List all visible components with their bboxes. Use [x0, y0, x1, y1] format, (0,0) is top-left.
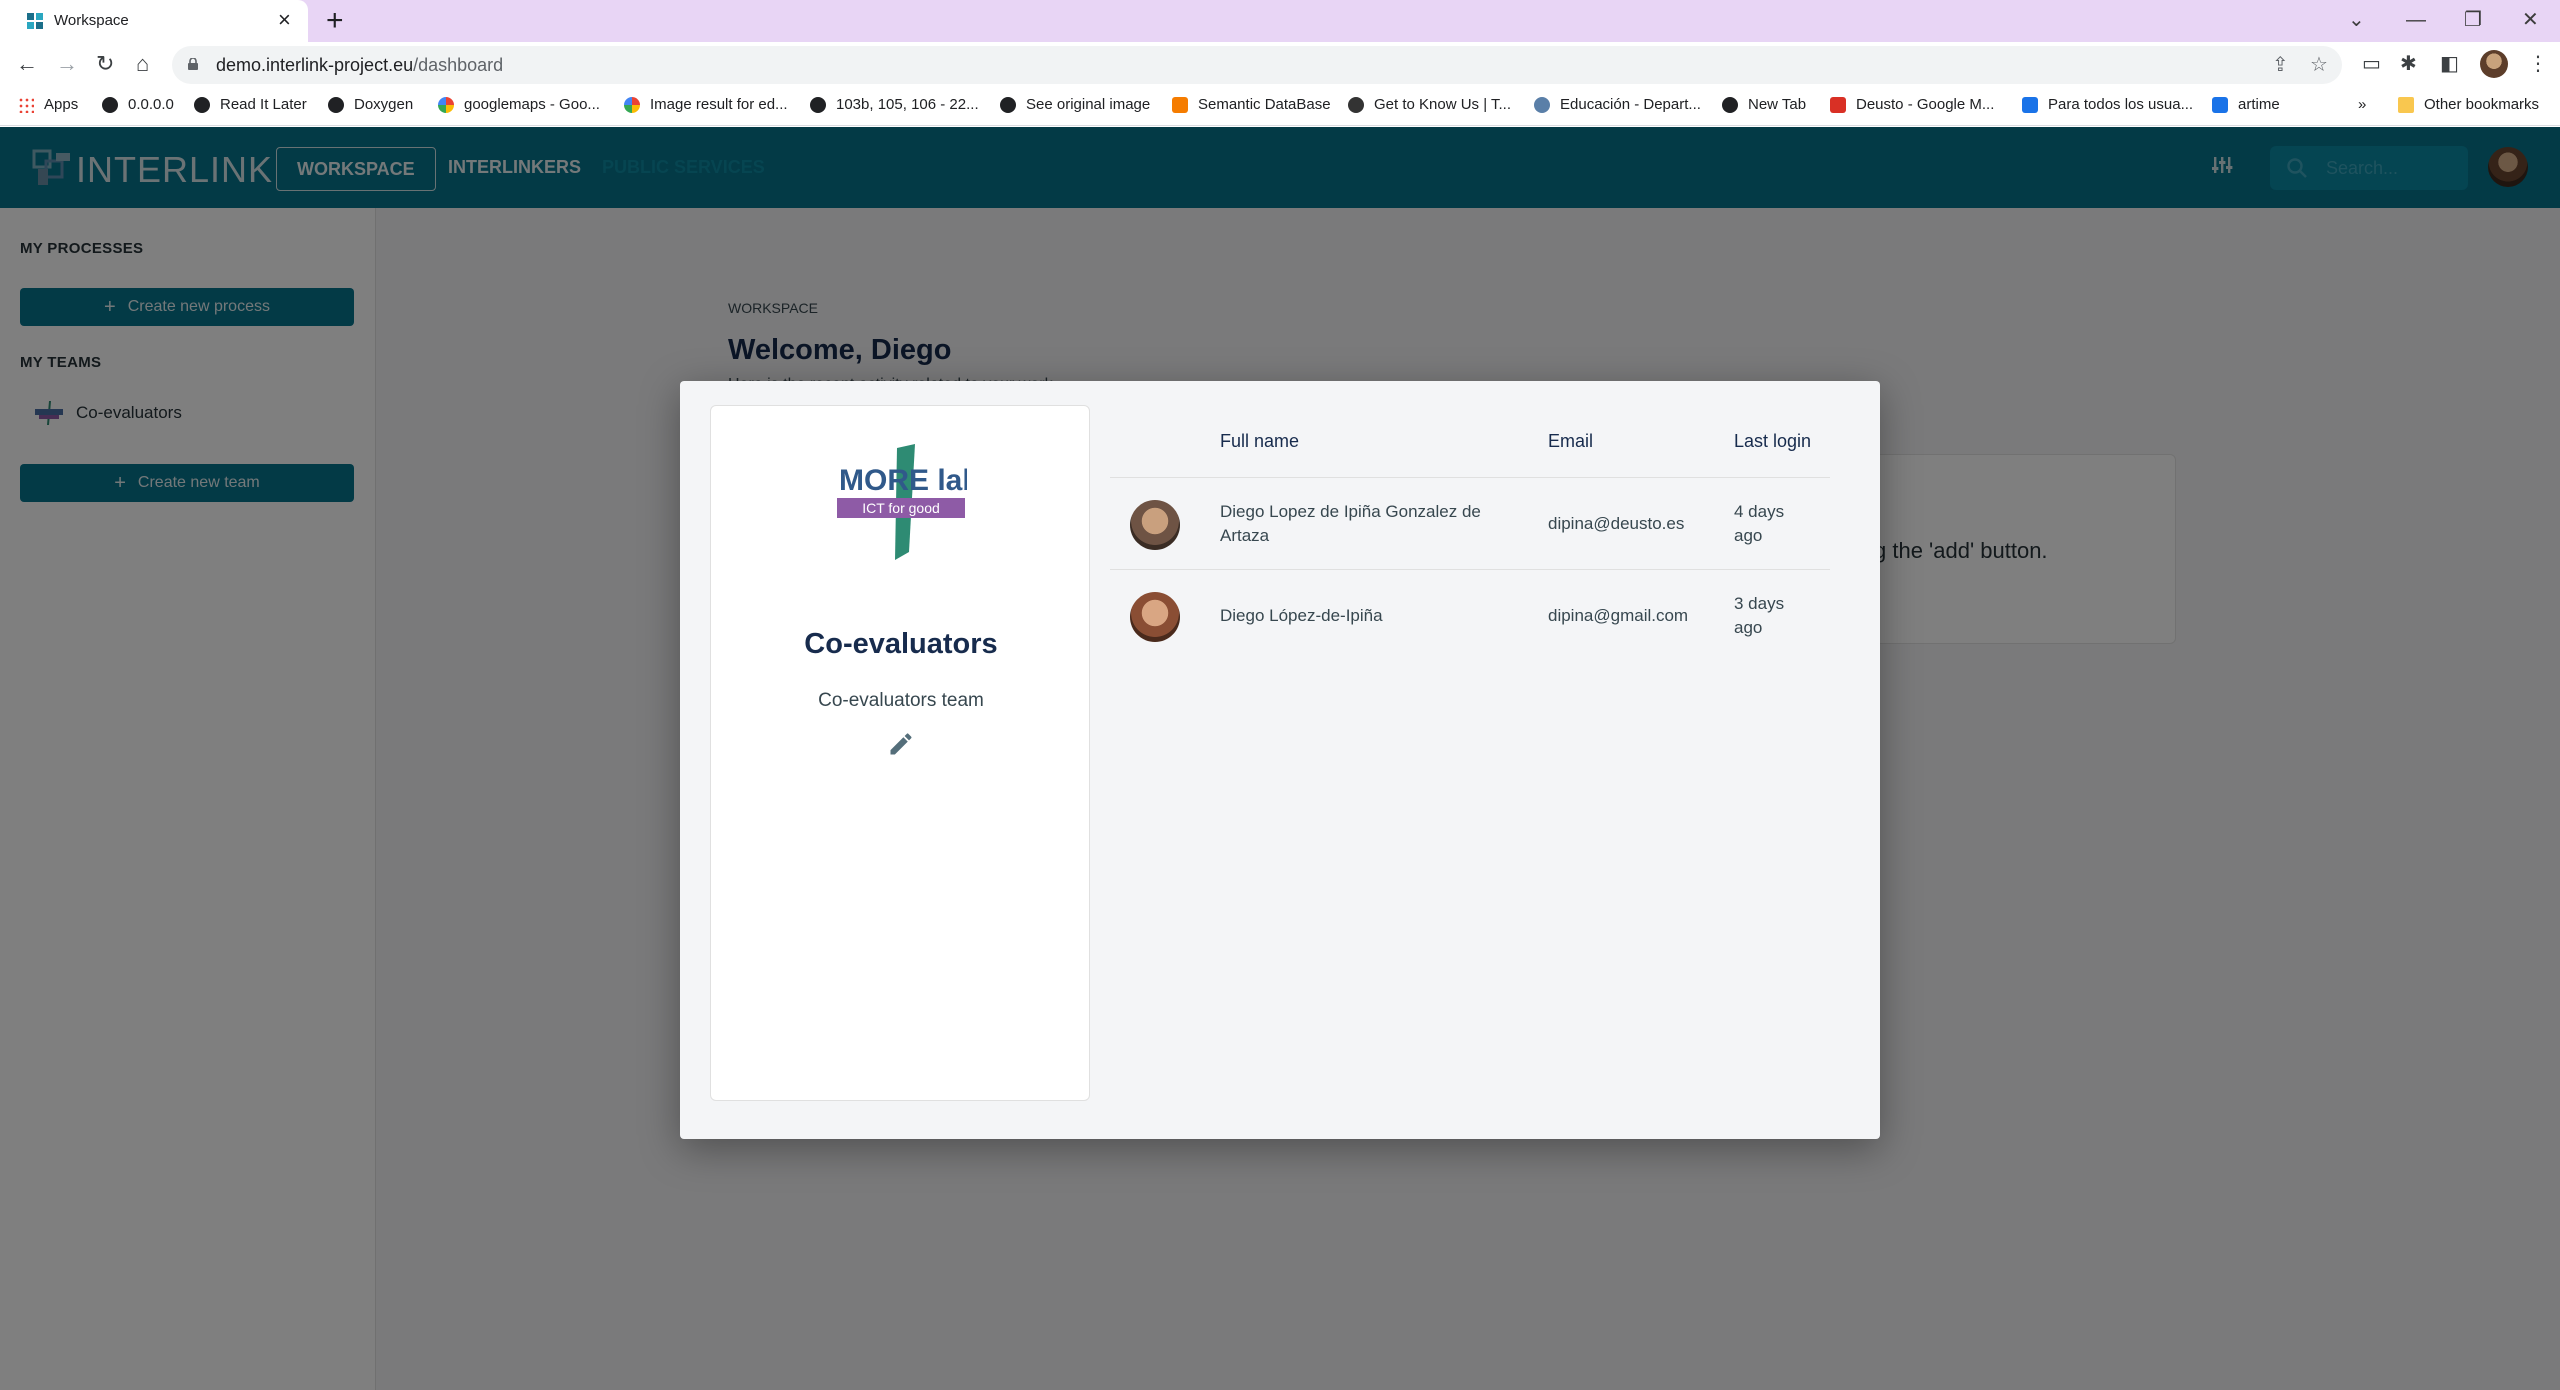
column-header-full-name: Full name	[1220, 431, 1300, 451]
blogger-icon	[1172, 96, 1188, 113]
team-description: Co-evaluators team	[818, 690, 984, 711]
extensions-icon[interactable]: ✱	[2400, 52, 2417, 76]
other-bookmarks[interactable]: Other bookmarks	[2398, 96, 2539, 113]
bookmarks-overflow-button[interactable]: »	[2358, 96, 2366, 113]
forward-icon[interactable]: →	[56, 50, 78, 78]
team-card: MORE lab ICT for good Co-evaluators Co-e…	[710, 405, 1090, 1101]
globe-icon	[102, 96, 118, 113]
bookmark-item[interactable]: Semantic DataBase	[1172, 96, 1331, 113]
new-tab-button[interactable]: +	[326, 4, 344, 38]
team-dialog: MORE lab ICT for good Co-evaluators Co-e…	[680, 381, 1880, 1139]
tab-search-icon[interactable]: ⌄	[2348, 6, 2365, 34]
member-full-name: Diego López-de-Ipiña	[1220, 606, 1383, 625]
close-window-button[interactable]: ✕	[2522, 6, 2539, 34]
bookmark-item[interactable]: Doxygen	[328, 96, 413, 113]
address-bar[interactable]: demo.interlink-project.eu/dashboard ⇪ ☆	[172, 46, 2342, 84]
google-icon	[438, 96, 454, 113]
bookmark-item[interactable]: Get to Know Us | T...	[1348, 96, 1511, 113]
side-panel-icon[interactable]: ◧	[2440, 52, 2459, 76]
bookmark-star-icon[interactable]: ☆	[2310, 52, 2328, 77]
apps-grid-icon	[18, 96, 34, 113]
bookmark-item[interactable]: Deusto - Google M...	[1830, 96, 1994, 113]
lock-icon	[188, 58, 198, 70]
table-row[interactable]: Diego Lopez de Ipiña Gonzalez de Artaza d…	[1110, 478, 1830, 570]
globe-icon	[810, 96, 826, 113]
browser-menu-icon[interactable]: ⋮	[2528, 52, 2548, 76]
url-text: demo.interlink-project.eu/dashboard	[216, 55, 504, 75]
bookmark-item[interactable]: artime	[2212, 96, 2280, 113]
reading-mode-icon[interactable]: ▭	[2362, 52, 2381, 76]
globe-icon	[328, 96, 344, 113]
browser-tab[interactable]: Workspace ×	[0, 0, 308, 42]
home-icon[interactable]: ⌂	[136, 50, 149, 78]
member-last-login: 3 days ago	[1734, 594, 1785, 637]
logo-main-text: MORE lab	[839, 464, 967, 497]
globe-icon	[1000, 96, 1016, 113]
minimize-button[interactable]: —	[2406, 6, 2426, 34]
member-avatar	[1130, 592, 1180, 642]
bookmark-apps[interactable]: Apps	[18, 96, 78, 113]
bookmark-item[interactable]: 103b, 105, 106 - 22...	[810, 96, 979, 113]
google-icon	[624, 96, 640, 113]
bookmark-item[interactable]: Educación - Depart...	[1534, 96, 1701, 113]
folder-icon	[2398, 96, 2414, 113]
interlink-favicon-icon	[27, 13, 43, 29]
team-logo: MORE lab ICT for good	[837, 444, 967, 560]
browser-profile-avatar[interactable]	[2480, 50, 2508, 78]
document-icon	[2022, 96, 2038, 113]
browser-tabstrip: Workspace × + ⌄ — ❐ ✕	[0, 0, 2560, 42]
bookmark-item[interactable]: Image result for ed...	[624, 96, 788, 113]
globe-icon	[1722, 96, 1738, 113]
bookmark-item[interactable]: Para todos los usua...	[2022, 96, 2193, 113]
reload-icon[interactable]: ↻	[96, 50, 114, 78]
column-header-email: Email	[1548, 431, 1594, 451]
restore-button[interactable]: ❐	[2464, 6, 2482, 34]
team-name: Co-evaluators	[804, 628, 998, 660]
back-icon[interactable]: ←	[16, 50, 38, 78]
bookmark-item[interactable]: googlemaps - Goo...	[438, 96, 600, 113]
table-row[interactable]: Diego López-de-Ipiña dipina@gmail.com 3 …	[1110, 570, 1830, 662]
browser-toolbar: ← → ↻ ⌂ demo.interlink-project.eu/dashbo…	[0, 42, 2560, 88]
education-icon	[1534, 96, 1550, 113]
member-email: dipina@gmail.com	[1548, 606, 1689, 625]
bookmark-item[interactable]: 0.0.0.0	[102, 96, 174, 113]
logo-sub-text: ICT for good	[862, 500, 940, 516]
globe-icon	[194, 96, 210, 113]
bookmark-item[interactable]: Read It Later	[194, 96, 307, 113]
member-full-name: Diego Lopez de Ipiña Gonzalez de Artaza	[1220, 502, 1481, 545]
document-icon	[2212, 96, 2228, 113]
column-header-last-login: Last login	[1734, 431, 1812, 451]
bookmark-item[interactable]: See original image	[1000, 96, 1150, 113]
share-icon[interactable]: ⇪	[2272, 52, 2289, 77]
bookmark-item[interactable]: New Tab	[1722, 96, 1806, 113]
bookmarks-bar: Apps 0.0.0.0 Read It Later Doxygen googl…	[0, 88, 2560, 126]
tab-title: Workspace	[54, 12, 129, 29]
star-logo-icon	[1348, 96, 1364, 113]
close-tab-icon[interactable]: ×	[278, 8, 291, 32]
member-last-login: 4 days ago	[1734, 502, 1785, 545]
maps-pin-icon	[1830, 96, 1846, 113]
edit-pencil-icon[interactable]	[887, 730, 915, 758]
member-email: dipina@deusto.es	[1548, 514, 1685, 533]
member-avatar	[1130, 500, 1180, 550]
